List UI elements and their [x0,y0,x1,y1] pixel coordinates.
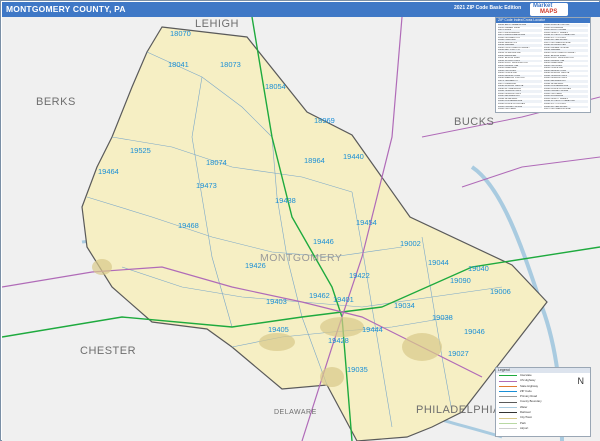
legend-item-label: Park [520,420,526,425]
region-label-lehigh: LEHIGH [195,18,239,30]
compass-icon: N [577,376,585,386]
zip-label-19044: 19044 [428,258,449,267]
region-label-bucks: BUCKS [454,116,494,128]
zip-label-19002: 19002 [400,239,421,248]
zip-label-19440: 19440 [343,152,364,161]
zip-label-19090: 19090 [450,276,471,285]
zip-label-19525: 19525 [130,146,151,155]
zip-table-column-left: 18041 EAST GREENVILLE 18054 GREEN LANE 180… [498,24,542,111]
legend-item-label: ZIP Code [520,388,532,393]
zip-label-19422: 19422 [349,271,370,280]
zip-label-18964: 18964 [304,156,325,165]
zip-code-index: ZIP Code Index/Cross Locator 18041 EAST … [495,17,591,113]
legend-item-label: US Highway [520,378,536,383]
zip-label-18041: 18041 [168,60,189,69]
zip-label-18070: 18070 [170,29,191,38]
legend-swatch [499,417,517,419]
title-bar: MONTGOMERY COUNTY, PA 2021 ZIP Code Basi… [2,2,600,17]
zip-label-19403: 19403 [266,297,287,306]
zip-label-18074: 18074 [206,158,227,167]
zip-label-19046: 19046 [464,327,485,336]
legend-swatch [499,407,517,409]
zip-label-19446: 19446 [313,237,334,246]
zip-table-row: 19473 SCHWENKSVILLE [544,108,571,111]
region-label-philadelphia: PHILADELPHIA [416,404,501,416]
zip-label-19468: 19468 [178,221,199,230]
zip-label-19405: 19405 [268,325,289,334]
legend-swatch [499,412,517,414]
zip-table-row: 19440 HATFIELD [498,108,516,111]
zip-label-18054: 18054 [265,82,286,91]
legend-swatch [499,401,517,403]
zip-label-19462: 19462 [309,291,330,300]
legend-item-label: Airport [520,425,529,430]
legend-swatch [499,391,517,393]
legend-item-label: Interstate [520,373,532,377]
publisher-logo: Market MAPS [530,3,568,16]
zip-label-19038: 19038 [432,313,453,322]
zip-label-19454: 19454 [356,218,377,227]
zip-label-19426: 19426 [245,261,266,270]
region-label-chester: CHESTER [80,345,136,357]
legend-swatch [499,385,517,387]
zip-label-19006: 19006 [490,287,511,296]
zip-label-19444: 19444 [362,325,383,334]
zip-label-19027: 19027 [448,349,469,358]
zip-label-18969: 18969 [314,116,335,125]
edition-label: 2021 ZIP Code Basic Edition [454,5,522,11]
zip-table-column-right: 19444 LAFAYETTE HILL 19446 LANSDALE 19453 … [544,24,588,111]
logo-text-maps: MAPS [540,9,558,15]
map-frame: MONTGOMERY COUNTY, PA 2021 ZIP Code Basi… [0,0,600,441]
legend-item-label: State Highway [520,383,539,388]
zip-label-19401: 19401 [333,295,354,304]
zip-label-19034: 19034 [394,301,415,310]
legend-swatch [499,375,517,377]
legend-item-label: City/Town [520,415,533,420]
zip-label-19035: 19035 [347,365,368,374]
map-legend: Legend Interstate US Highway State Highway… [495,367,591,437]
zip-label-19438: 19438 [275,196,296,205]
legend-swatch [499,422,517,424]
region-label-berks: BERKS [36,96,76,108]
map-title: MONTGOMERY COUNTY, PA [6,4,126,14]
legend-item-label: County Boundary [520,399,542,404]
zip-label-19464: 19464 [98,167,119,176]
zip-label-18073: 18073 [220,60,241,69]
zip-table-title: ZIP Code Index/Cross Locator [496,18,590,23]
zip-label-19428: 19428 [328,336,349,345]
region-label-delaware: DELAWARE [274,409,317,416]
legend-swatch [499,380,517,382]
county-label-montgomery: MONTGOMERY [260,252,342,264]
zip-label-19040: 19040 [468,264,489,273]
legend-swatch [499,396,517,398]
legend-item-label: Water [520,404,528,409]
legend-item: Airport [496,426,590,431]
legend-item-label: Railroad [520,410,531,415]
legend-swatch [499,428,517,430]
zip-label-19473: 19473 [196,181,217,190]
legend-item-label: Primary Road [520,394,538,399]
